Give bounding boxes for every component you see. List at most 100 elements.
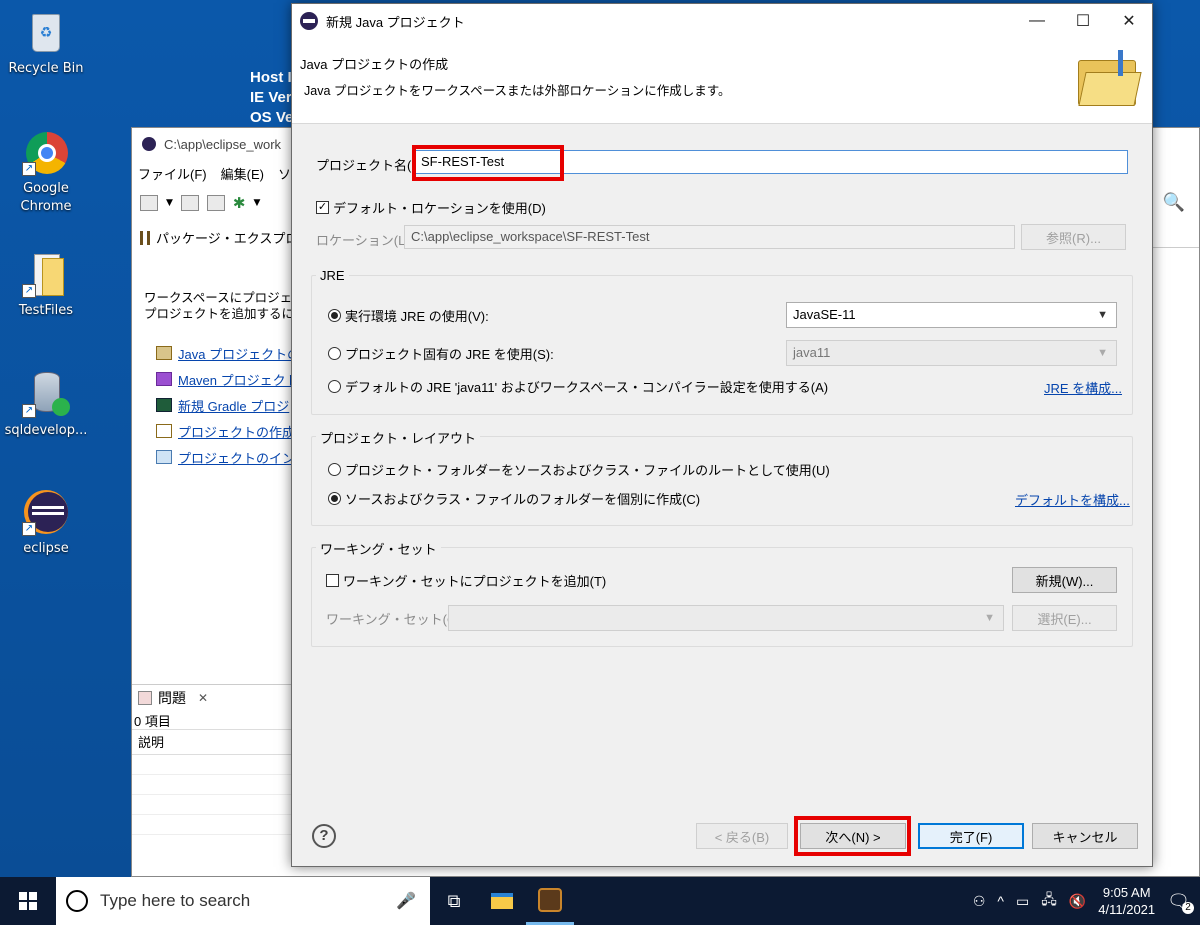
save-all-icon[interactable] — [206, 195, 225, 211]
eclipse-taskbar-icon[interactable] — [526, 877, 574, 925]
recycle-bin-icon: ♻ — [22, 8, 70, 56]
working-sets-select[interactable]: ▼ — [448, 605, 1004, 631]
desktop-icon-recycle-bin[interactable]: ♻ Recycle Bin — [0, 8, 92, 78]
network-icon[interactable]: 🖧 — [1041, 889, 1057, 913]
checkbox-icon — [326, 574, 339, 587]
folder-icon: ↗ — [22, 250, 70, 298]
configure-jre-link[interactable]: JRE を構成... — [1044, 378, 1122, 397]
add-to-working-sets-checkbox[interactable]: ワーキング・セットにプロジェクトを追加(T) — [326, 571, 606, 590]
volume-muted-icon[interactable]: 🔇 — [1069, 893, 1086, 910]
link-import-project[interactable]: プロジェクトのインポ — [156, 444, 313, 470]
desktop-icon-label: eclipse — [23, 541, 69, 556]
chevron-down-icon: ▼ — [1097, 347, 1108, 359]
search-icon[interactable]: 🔍 — [1163, 192, 1185, 213]
problems-column-header[interactable]: 説明 — [132, 729, 292, 755]
menu-source[interactable]: ソ — [278, 164, 291, 183]
project-name-label: プロジェクト名(P): — [316, 158, 428, 173]
link-label: プロジェクトの作成... — [178, 424, 306, 440]
microphone-icon[interactable]: 🎤 — [396, 891, 416, 911]
save-icon[interactable] — [180, 195, 199, 211]
battery-icon[interactable]: ▭ — [1016, 893, 1029, 910]
menu-file[interactable]: ファイル(F) — [138, 164, 207, 183]
help-icon[interactable]: ? — [312, 824, 336, 848]
layout-option-root[interactable]: プロジェクト・フォルダーをソースおよびクラス・ファイルのルートとして使用(U) — [328, 460, 830, 479]
configure-default-link[interactable]: デフォルトを構成... — [1015, 490, 1130, 509]
working-sets-group — [311, 547, 1133, 647]
dropdown-arrow-icon[interactable]: ▼ — [254, 198, 261, 208]
radio-selected-icon — [328, 492, 341, 505]
file-explorer-icon[interactable] — [478, 877, 526, 925]
maximize-button[interactable]: ☐ — [1060, 4, 1106, 38]
link-new-maven-project[interactable]: Maven プロジェクトの — [156, 366, 313, 392]
link-new-java-project[interactable]: Java プロジェクトの作 — [156, 340, 313, 366]
layout-option-separate[interactable]: ソースおよびクラス・ファイルのフォルダーを個別に作成(C) — [328, 489, 700, 508]
task-view-icon[interactable]: ⧉ — [430, 877, 478, 925]
start-button[interactable] — [0, 877, 56, 925]
project-jre-select[interactable]: java11 ▼ — [786, 340, 1117, 366]
finish-button[interactable]: 完了(F) — [918, 823, 1024, 849]
new-project-icon — [156, 424, 172, 438]
debug-icon[interactable]: ✱ — [233, 194, 246, 212]
gradle-icon — [156, 398, 172, 412]
back-button[interactable]: < 戻る(B) — [696, 823, 788, 849]
next-button[interactable]: 次へ(N) > — [800, 823, 906, 849]
default-location-checkbox[interactable]: ✓ デフォルト・ロケーションを使用(D) — [316, 198, 546, 217]
working-sets-group-label: ワーキング・セット — [316, 539, 441, 558]
dropdown-arrow-icon[interactable]: ▼ — [166, 198, 173, 208]
perspective-bar — [1151, 218, 1199, 248]
dialog-header-title: Java プロジェクトの作成 — [300, 57, 449, 72]
jre-option-execution-env[interactable]: 実行環境 JRE の使用(V): — [328, 306, 489, 325]
eclipse-icon — [300, 12, 318, 30]
select-working-set-button[interactable]: 選択(E)... — [1012, 605, 1117, 631]
desktop-icon-chrome[interactable]: ↗ Google Chrome — [0, 128, 92, 216]
problems-tab[interactable]: 問題 ✕ — [132, 685, 292, 711]
desktop-icon-eclipse[interactable]: ↗ eclipse — [0, 488, 92, 558]
checkbox-checked-icon: ✓ — [316, 201, 329, 214]
clock[interactable]: 9:05 AM 4/11/2021 — [1098, 884, 1155, 918]
close-button[interactable]: ✕ — [1106, 4, 1152, 38]
table-row — [132, 755, 292, 775]
desktop-icon-label: Google Chrome — [20, 181, 72, 214]
menu-edit[interactable]: 編集(E) — [221, 164, 264, 183]
link-label: プロジェクトのインポ — [178, 450, 309, 466]
project-name-input[interactable]: SF-REST-Test — [414, 150, 1128, 174]
desktop-icon-sqldeveloper[interactable]: ↗ sqldevelop... — [0, 370, 92, 440]
package-explorer-title: パッケージ・エクスプロー — [156, 231, 312, 246]
system-tray: ⚇ ^ ▭ 🖧 🔇 9:05 AM 4/11/2021 🗨 2 — [973, 877, 1200, 925]
notification-icon[interactable]: 🗨 2 — [1167, 891, 1194, 914]
new-working-set-button[interactable]: 新規(W)... — [1012, 567, 1117, 593]
sqldeveloper-icon: ↗ — [22, 370, 70, 418]
eclipse-icon: ↗ — [22, 488, 70, 536]
link-new-gradle-project[interactable]: 新規 Gradle プロジ — [156, 392, 313, 418]
execution-env-select[interactable]: JavaSE-11 ▼ — [786, 302, 1117, 328]
dialog-title-bar: 新規 Java プロジェクト — ☐ ✕ — [292, 4, 1152, 38]
taskbar-search[interactable]: Type here to search 🎤 — [56, 877, 430, 925]
windows-logo-icon — [19, 892, 37, 910]
link-label: 新規 Gradle プロジ — [178, 398, 290, 414]
chevron-up-icon[interactable]: ^ — [997, 893, 1004, 909]
import-icon — [156, 450, 172, 464]
people-icon[interactable]: ⚇ — [973, 893, 986, 910]
new-icon[interactable] — [140, 195, 158, 211]
radio-label: 実行環境 JRE の使用(V): — [345, 309, 489, 324]
jre-option-default[interactable]: デフォルトの JRE 'java11' およびワークスペース・コンパイラー設定を… — [328, 377, 828, 396]
minimize-button[interactable]: — — [1014, 4, 1060, 38]
close-icon[interactable]: ✕ — [198, 691, 208, 705]
location-input[interactable]: C:\app\eclipse_workspace\SF-REST-Test — [404, 225, 1015, 249]
problems-tab-label: 問題 — [158, 690, 186, 706]
taskbar: Type here to search 🎤 ⧉ ⚇ ^ ▭ 🖧 🔇 9:05 A… — [0, 877, 1200, 925]
clock-time: 9:05 AM — [1102, 885, 1151, 900]
link-create-project[interactable]: プロジェクトの作成... — [156, 418, 313, 444]
notification-count: 2 — [1182, 901, 1194, 914]
host-info-line: IE Ver — [250, 89, 292, 106]
cancel-button[interactable]: キャンセル — [1032, 823, 1138, 849]
problems-count: 0 項目 — [134, 714, 171, 729]
desktop-icon-testfiles[interactable]: ↗ TestFiles — [0, 250, 92, 320]
browse-button[interactable]: 参照(R)... — [1021, 224, 1126, 250]
radio-label: ソースおよびクラス・ファイルのフォルダーを個別に作成(C) — [345, 492, 701, 507]
package-explorer-tab[interactable]: パッケージ・エクスプロー — [140, 228, 311, 247]
search-placeholder: Type here to search — [100, 891, 251, 910]
chevron-down-icon: ▼ — [984, 612, 995, 624]
jre-option-project-specific[interactable]: プロジェクト固有の JRE を使用(S): — [328, 344, 554, 363]
desktop-icon-label: Recycle Bin — [8, 61, 84, 76]
